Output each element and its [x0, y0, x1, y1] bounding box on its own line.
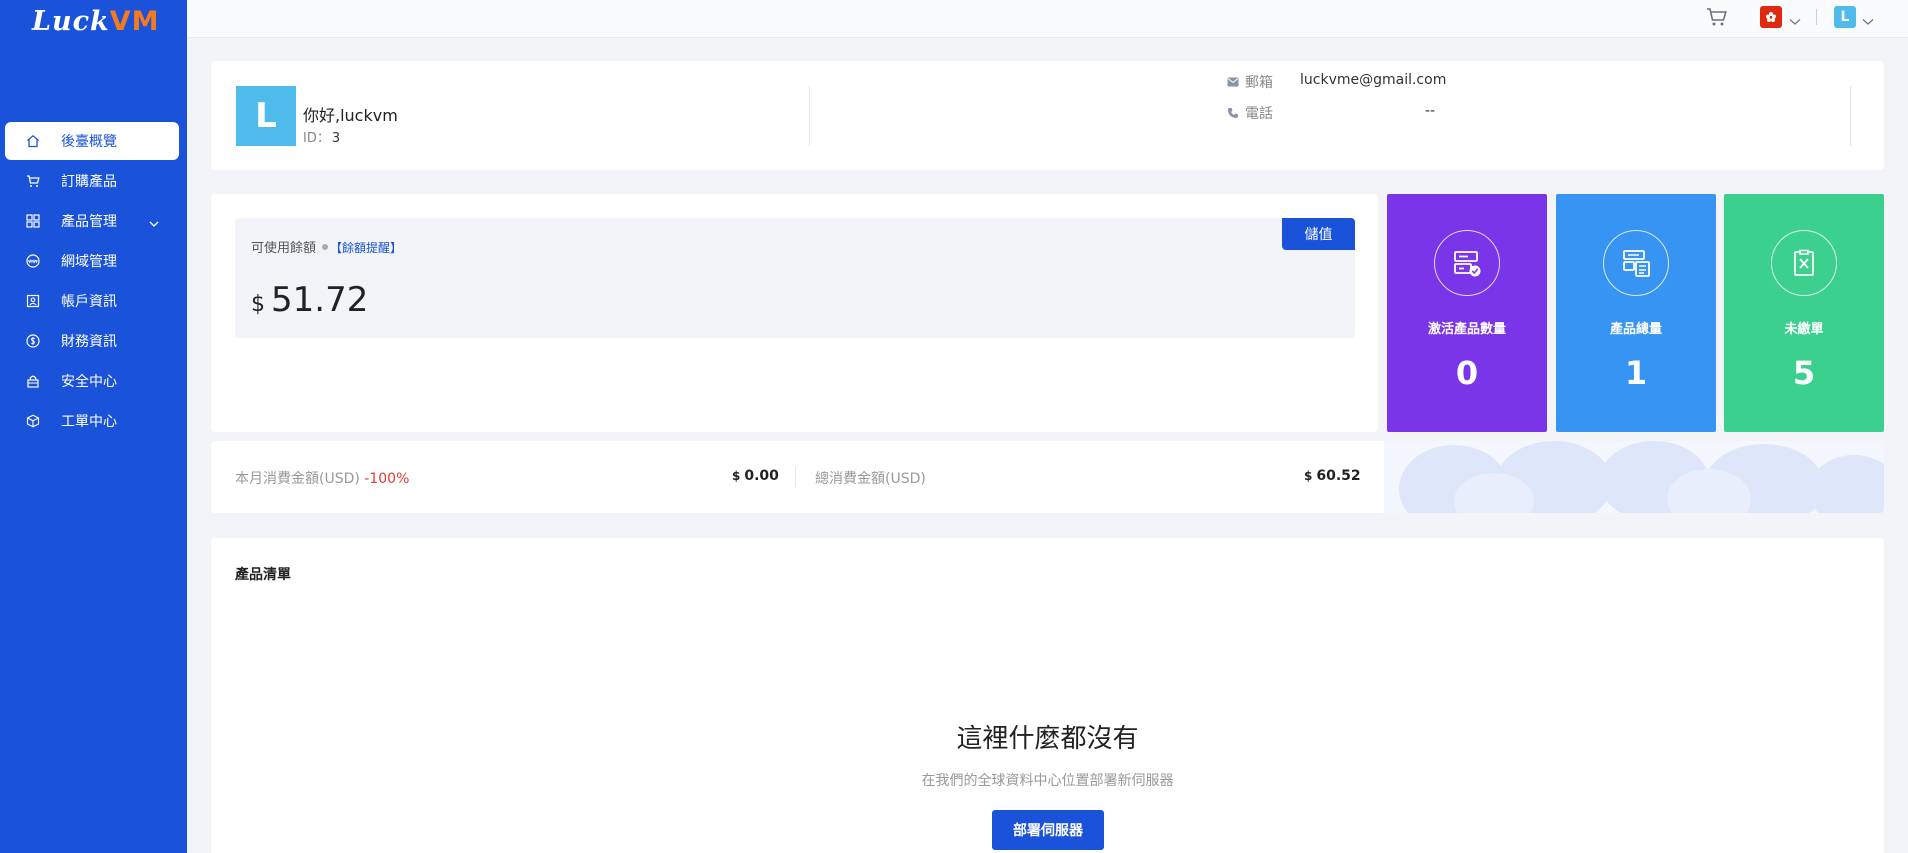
sidebar-item-account[interactable]: 帳戶資訊	[5, 282, 179, 320]
lock-icon	[25, 373, 41, 389]
coins-decoration	[1384, 441, 1884, 513]
monthly-spend-value: $0.00	[732, 468, 779, 484]
spending-card: 本月消費金額(USD) -100% $0.00 總消費金額(USD) $60.5…	[211, 441, 1884, 513]
user-id: ID： 3	[303, 131, 341, 146]
divider	[809, 86, 810, 146]
sidebar-item-label: 網域管理	[61, 254, 117, 270]
chevron-down-icon	[149, 215, 159, 231]
recharge-button[interactable]: 儲值	[1282, 218, 1355, 250]
divider	[795, 467, 796, 487]
email-label: 郵箱	[1227, 72, 1273, 92]
topbar-divider	[1816, 9, 1817, 25]
stat-label: 產品總量	[1609, 322, 1662, 337]
balance-reminder-link[interactable]: 【餘額提醒】	[330, 241, 402, 255]
www-icon	[25, 253, 41, 269]
stat-tile-unpaid-invoices[interactable]: 未繳單 5	[1724, 194, 1884, 432]
balance-amount: $51.72	[251, 280, 369, 320]
mail-icon	[1227, 77, 1239, 87]
balance-card: 可使用餘額 【餘額提醒】 $51.72 儲值	[211, 194, 1378, 432]
top-bar	[187, 0, 1908, 38]
stat-label: 激活產品數量	[1427, 322, 1506, 337]
sidebar: LuckVM 後臺概覽 訂購產品 產品管理 網域管理 帳戶資訊 財務資訊 安全中…	[0, 0, 187, 853]
balance-panel: 可使用餘額 【餘額提醒】 $51.72 儲值	[235, 218, 1355, 338]
profile-card: L 你好,luckvm ID： 3 郵箱 luckvme@gmail.com 電話…	[211, 61, 1884, 170]
grid-icon	[25, 213, 41, 229]
cart-icon	[25, 173, 41, 189]
sidebar-item-label: 產品管理	[61, 214, 117, 230]
empty-state-subtitle: 在我們的全球資料中心位置部署新伺服器	[921, 773, 1174, 789]
stat-label: 未繳單	[1784, 322, 1824, 337]
sidebar-item-label: 帳戶資訊	[61, 294, 117, 310]
server-check-icon	[1434, 230, 1500, 296]
user-card-icon	[25, 293, 41, 309]
product-list-title: 產品清單	[235, 567, 291, 583]
sidebar-item-security[interactable]: 安全中心	[5, 362, 179, 400]
email-value: luckvme@gmail.com	[1300, 72, 1447, 88]
phone-label: 電話	[1227, 103, 1273, 123]
stat-value: 0	[1455, 354, 1479, 392]
invoice-x-icon	[1771, 230, 1837, 296]
divider	[1850, 86, 1851, 146]
server-list-icon	[1603, 230, 1669, 296]
monthly-spend-label: 本月消費金額(USD) -100%	[235, 471, 410, 487]
sidebar-item-label: 後臺概覽	[61, 134, 117, 150]
phone-icon	[1228, 108, 1238, 118]
sidebar-item-label: 安全中心	[61, 374, 117, 390]
money-icon	[25, 333, 41, 349]
box-icon	[25, 413, 41, 429]
profile-avatar: L	[236, 86, 296, 146]
sidebar-item-products[interactable]: 產品管理	[5, 202, 179, 240]
product-list-card: 產品清單 這裡什麼都沒有 在我們的全球資料中心位置部署新伺服器 部署伺服器	[211, 538, 1884, 853]
user-dropdown-chevron-icon[interactable]	[1862, 11, 1874, 30]
deploy-server-button[interactable]: 部署伺服器	[992, 810, 1104, 850]
phone-value: --	[1425, 103, 1436, 119]
sidebar-item-domains[interactable]: 網域管理	[5, 242, 179, 280]
user-avatar[interactable]: L	[1834, 6, 1856, 28]
stat-value: 5	[1792, 354, 1816, 392]
stat-tile-active-products[interactable]: 激活產品數量 0	[1387, 194, 1547, 432]
sidebar-item-label: 工單中心	[61, 414, 117, 430]
sidebar-item-overview[interactable]: 後臺概覽	[5, 122, 179, 160]
brand-logo[interactable]: LuckVM	[32, 6, 160, 37]
sidebar-item-label: 訂購產品	[61, 174, 117, 190]
stat-tile-total-products[interactable]: 產品總量 1	[1556, 194, 1716, 432]
cart-icon[interactable]	[1706, 7, 1728, 31]
sidebar-item-finance[interactable]: 財務資訊	[5, 322, 179, 360]
greeting: 你好,luckvm	[303, 106, 398, 125]
stat-value: 1	[1624, 354, 1648, 392]
language-dropdown-chevron-icon[interactable]	[1789, 11, 1801, 30]
sidebar-nav: 後臺概覽 訂購產品 產品管理 網域管理 帳戶資訊 財務資訊 安全中心 工單中心	[5, 122, 179, 442]
balance-label: 可使用餘額 【餘額提醒】	[251, 241, 403, 256]
monthly-change: -100%	[364, 471, 410, 487]
total-spend-value: $60.52	[1304, 468, 1361, 484]
total-spend-label: 總消費金額(USD)	[815, 471, 926, 487]
hong-kong-flag-icon[interactable]	[1760, 6, 1782, 28]
sidebar-item-order[interactable]: 訂購產品	[5, 162, 179, 200]
home-icon	[25, 133, 41, 149]
sidebar-item-label: 財務資訊	[61, 334, 117, 350]
sidebar-item-tickets[interactable]: 工單中心	[5, 402, 179, 440]
empty-state-title: 這裡什麼都沒有	[956, 724, 1139, 754]
